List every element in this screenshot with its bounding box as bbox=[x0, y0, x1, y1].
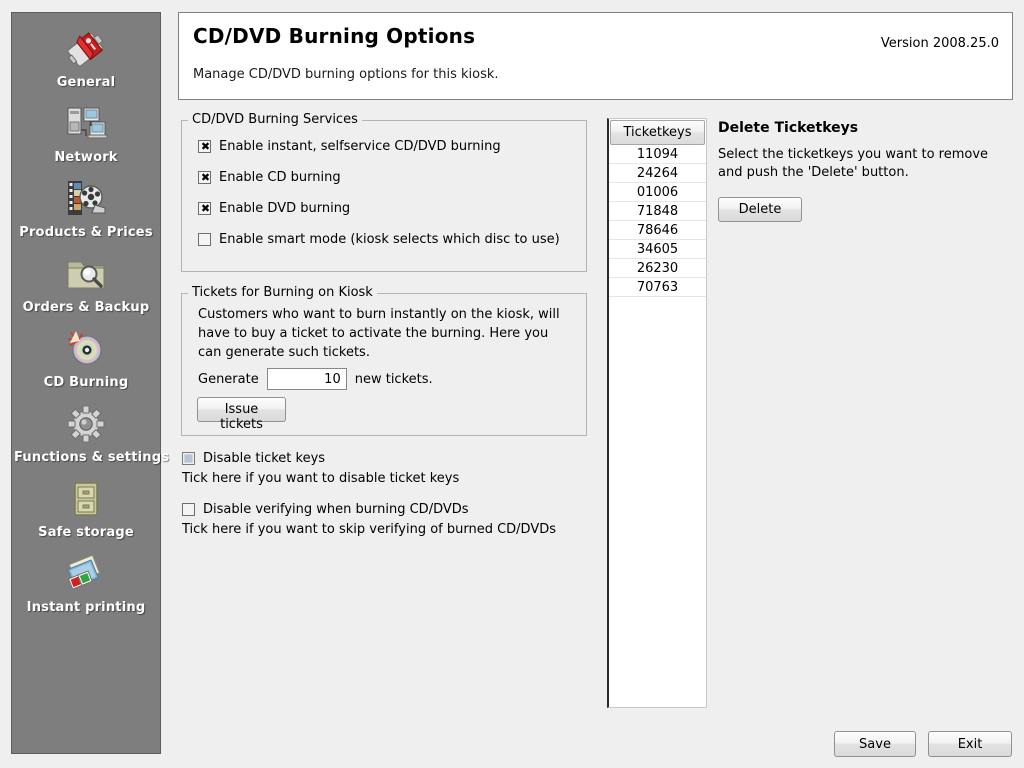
checkbox-box-icon[interactable] bbox=[182, 503, 195, 516]
delete-ticketkeys-description: Select the ticketkeys you want to remove… bbox=[718, 147, 989, 180]
ticketkeys-row[interactable]: 24264 bbox=[609, 164, 706, 183]
sidebar-item-label: Instant printing bbox=[26, 600, 146, 615]
ticketkeys-rows: 11094 24264 01006 71848 78646 34605 26230 70763 bbox=[609, 145, 706, 297]
book-switch-icon bbox=[62, 25, 110, 73]
exit-button[interactable]: Exit bbox=[928, 731, 1012, 757]
page-subtitle: Manage CD/DVD burning options for this k… bbox=[193, 67, 499, 82]
photo-prints-icon bbox=[62, 550, 110, 598]
checkbox-enable-instant-selfservice[interactable]: Enable instant, selfservice CD/DVD burni… bbox=[198, 139, 501, 154]
checkbox-label: Enable DVD burning bbox=[219, 201, 351, 216]
application-window: General Network Products & Prices Orders… bbox=[0, 0, 1024, 768]
sidebar-item-network[interactable]: Network bbox=[12, 94, 160, 169]
ticketkeys-column-header[interactable]: Ticketkeys bbox=[610, 120, 705, 145]
sidebar-item-orders-backup[interactable]: Orders & Backup bbox=[12, 244, 160, 319]
issue-tickets-button[interactable]: Issue tickets bbox=[197, 397, 286, 432]
checkbox-box-icon[interactable] bbox=[198, 202, 212, 215]
checkbox-enable-cd-burning[interactable]: Enable CD burning bbox=[198, 170, 341, 185]
checkbox-label: Disable ticket keys bbox=[203, 451, 326, 466]
sidebar-item-label: Safe storage bbox=[38, 525, 134, 540]
sidebar-item-label: Products & Prices bbox=[19, 225, 153, 240]
checkbox-box-icon[interactable] bbox=[198, 171, 212, 184]
burning-services-legend: CD/DVD Burning Services bbox=[188, 112, 362, 127]
sidebar-item-products-prices[interactable]: Products & Prices bbox=[12, 169, 160, 244]
checkbox-box-icon[interactable] bbox=[198, 140, 212, 153]
generate-tickets-row: Generate new tickets. bbox=[198, 368, 433, 390]
filing-cabinet-icon bbox=[62, 475, 110, 523]
sidebar-item-label: CD Burning bbox=[43, 375, 129, 390]
tickets-burning-legend: Tickets for Burning on Kiosk bbox=[188, 285, 377, 300]
checkbox-enable-smart-mode[interactable]: Enable smart mode (kiosk selects which d… bbox=[198, 232, 560, 247]
ticketkeys-list[interactable]: Ticketkeys 11094 24264 01006 71848 78646 3460… bbox=[607, 118, 707, 708]
checkbox-label: Enable smart mode (kiosk selects which d… bbox=[219, 232, 560, 247]
sidebar-item-cd-burning[interactable]: CD Burning bbox=[12, 319, 160, 394]
folder-search-icon bbox=[62, 250, 110, 298]
sidebar-item-label: General bbox=[56, 75, 116, 90]
checkbox-disable-ticket-keys[interactable]: Disable ticket keys bbox=[182, 451, 325, 466]
film-reel-icon bbox=[62, 175, 110, 223]
save-button[interactable]: Save bbox=[834, 731, 916, 757]
sidebar-item-functions-settings[interactable]: Functions & settings bbox=[12, 394, 170, 469]
generate-suffix-label: new tickets. bbox=[354, 371, 433, 387]
ticketkeys-row[interactable]: 70763 bbox=[609, 278, 706, 297]
generate-count-input[interactable] bbox=[266, 368, 347, 390]
generate-prefix-label: Generate bbox=[198, 371, 259, 387]
sidebar-item-label: Orders & Backup bbox=[22, 300, 150, 315]
sidebar-item-instant-printing[interactable]: Instant printing bbox=[12, 544, 160, 619]
checkbox-box-icon[interactable] bbox=[182, 452, 195, 465]
checkbox-disable-verifying[interactable]: Disable verifying when burning CD/DVDs bbox=[182, 502, 469, 517]
delete-button[interactable]: Delete bbox=[718, 197, 802, 222]
checkbox-box-icon[interactable] bbox=[198, 233, 211, 246]
tickets-description: Customers who want to burn instantly on … bbox=[198, 307, 560, 360]
version-label: Version 2008.25.0 bbox=[880, 36, 999, 51]
sidebar-navigation: General Network Products & Prices Orders… bbox=[11, 12, 170, 754]
ticketkeys-row[interactable]: 34605 bbox=[609, 240, 706, 259]
checkbox-enable-dvd-burning[interactable]: Enable DVD burning bbox=[198, 201, 350, 216]
compact-disc-icon bbox=[62, 325, 110, 373]
checkbox-label: Enable instant, selfservice CD/DVD burni… bbox=[219, 139, 501, 154]
network-computers-icon bbox=[62, 100, 110, 148]
delete-ticketkeys-title: Delete Ticketkeys bbox=[718, 120, 859, 136]
page-title: CD/DVD Burning Options bbox=[193, 24, 476, 48]
sidebar-item-label: Network bbox=[54, 150, 118, 165]
ticketkeys-row[interactable]: 78646 bbox=[609, 221, 706, 240]
checkbox-label: Disable verifying when burning CD/DVDs bbox=[203, 502, 469, 517]
sidebar-item-safe-storage[interactable]: Safe storage bbox=[12, 469, 160, 544]
checkbox-label: Enable CD burning bbox=[219, 170, 341, 185]
ticketkeys-row[interactable]: 26230 bbox=[609, 259, 706, 278]
ticketkeys-row[interactable]: 01006 bbox=[609, 183, 706, 202]
sidebar-item-label: Functions & settings bbox=[14, 450, 170, 465]
sidebar-item-general[interactable]: General bbox=[12, 19, 160, 94]
ticketkeys-row[interactable]: 11094 bbox=[609, 145, 706, 164]
ticketkeys-row[interactable]: 71848 bbox=[609, 202, 706, 221]
header-panel: CD/DVD Burning Options Manage CD/DVD bur… bbox=[178, 12, 1013, 100]
disable-ticket-keys-hint: Tick here if you want to disable ticket … bbox=[182, 471, 460, 486]
disable-verifying-hint: Tick here if you want to skip verifying … bbox=[182, 522, 557, 537]
gear-icon bbox=[62, 400, 110, 448]
